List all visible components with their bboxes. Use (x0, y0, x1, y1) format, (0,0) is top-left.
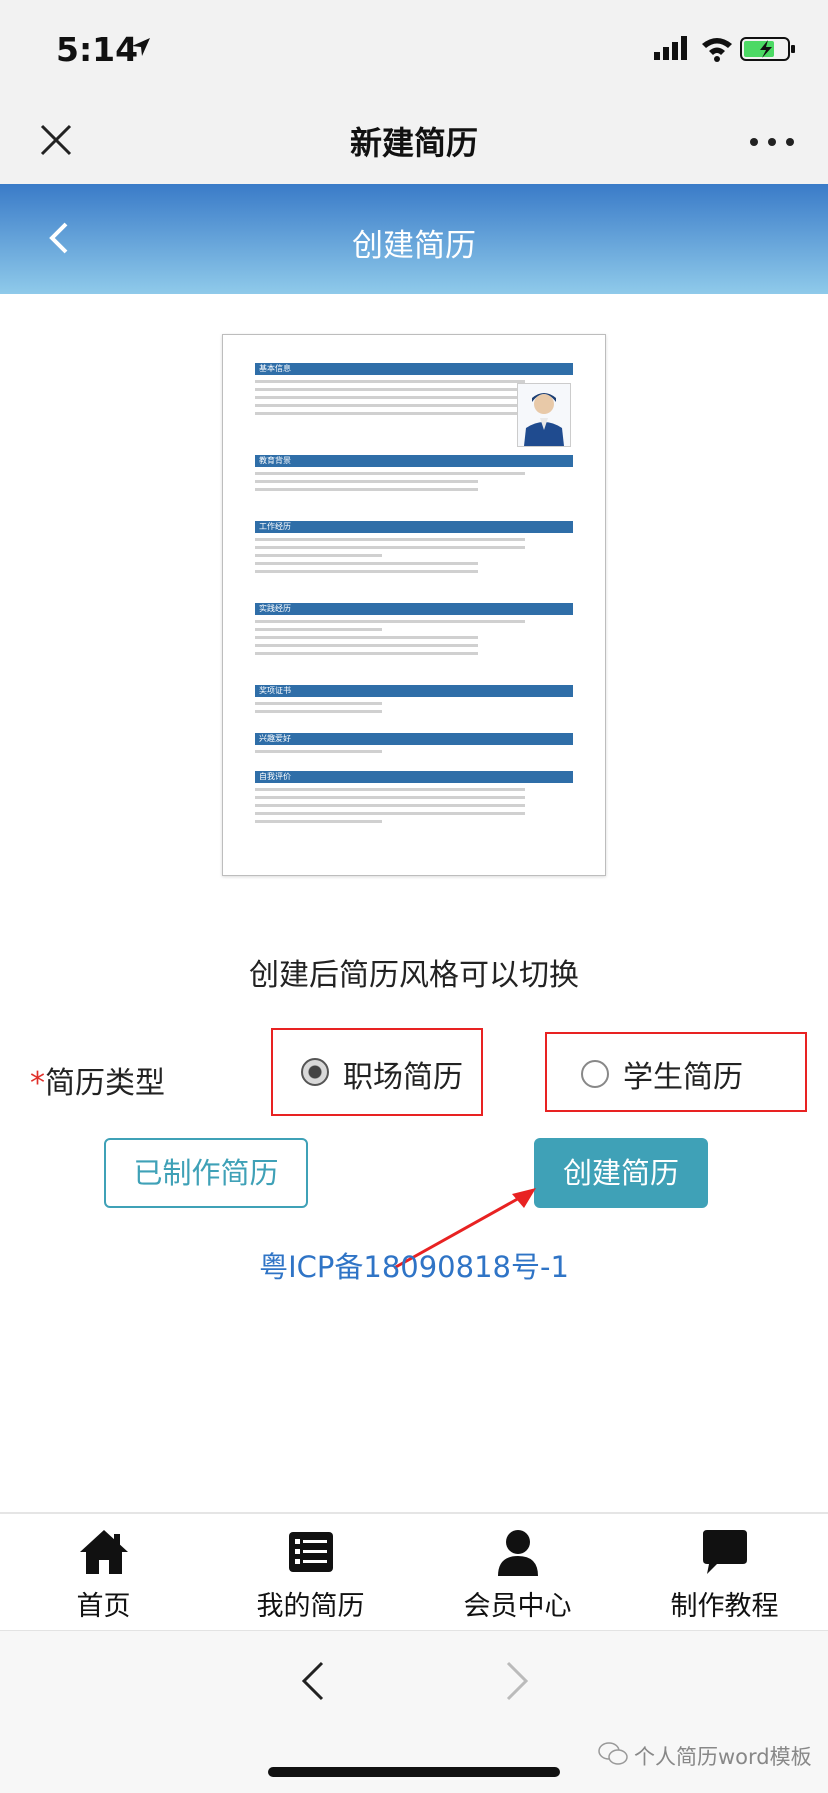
cellular-signal-icon (654, 36, 687, 60)
resume-section: 工作经历 (255, 521, 573, 573)
radio-label-work: 职场简历 (343, 1060, 463, 1095)
resume-section-title: 教育背景 (259, 456, 291, 465)
wechat-title: 新建简历 (349, 124, 478, 162)
wechat-logo-icon (598, 1742, 628, 1765)
resume-section: 教育背景 (255, 455, 573, 491)
avatar-photo (517, 383, 571, 447)
bottom-tab-bar: 首页 我的简历 会员中心 制作教程 (0, 1512, 828, 1632)
status-bar: 5:14 (0, 0, 828, 96)
resume-type-label: *简历类型 (30, 1058, 165, 1102)
radio-button-checked[interactable] (301, 1058, 329, 1086)
user-icon (498, 1530, 538, 1576)
nav-back-icon[interactable] (300, 1659, 326, 1703)
made-resumes-button[interactable]: 已制作简历 (104, 1138, 308, 1208)
resume-section-title: 自我评价 (259, 772, 291, 781)
location-arrow-icon (132, 38, 150, 56)
radio-option-work-resume[interactable]: 职场简历 (271, 1028, 483, 1116)
resume-section-title: 基本信息 (259, 364, 291, 373)
tab-label: 会员中心 (463, 1591, 572, 1622)
required-mark: * (30, 1066, 45, 1101)
person-silhouette-icon (524, 393, 564, 446)
nav-forward-icon[interactable] (504, 1659, 530, 1703)
resume-section-title: 工作经历 (259, 522, 291, 531)
list-icon (289, 1532, 333, 1572)
tab-label: 我的简历 (256, 1591, 365, 1622)
resume-section: 实践经历 (255, 603, 573, 655)
tab-home[interactable]: 首页 (0, 1514, 207, 1632)
watermark-text: 个人简历word模板 (634, 1745, 812, 1769)
chat-icon (703, 1530, 747, 1574)
create-resume-button[interactable]: 创建简历 (534, 1138, 708, 1208)
tab-tutorial[interactable]: 制作教程 (621, 1514, 828, 1632)
browser-nav-bar: 个人简历word模板 (0, 1630, 828, 1793)
resume-section: 兴趣爱好 (255, 733, 573, 753)
tab-label: 首页 (76, 1591, 131, 1622)
radio-button-unchecked[interactable] (581, 1060, 609, 1088)
resume-section-title: 奖项证书 (259, 686, 291, 695)
resume-section: 自我评价 (255, 771, 573, 823)
tab-my-resume[interactable]: 我的简历 (207, 1514, 414, 1632)
battery-charging-icon (740, 37, 795, 61)
more-options-icon[interactable] (748, 136, 796, 148)
icp-license-link[interactable]: 粤ICP备18090818号-1 (0, 1244, 828, 1286)
wechat-header: 新建简历 (0, 96, 828, 185)
style-switch-hint: 创建后简历风格可以切换 (249, 958, 579, 993)
resume-type-label-text: 简历类型 (45, 1066, 165, 1101)
resume-preview-thumbnail[interactable]: 基本信息 教育背景 工作经历 实践经历 奖项证书 兴趣爱好 自我评价 (222, 334, 606, 876)
page-header: 创建简历 (0, 184, 828, 294)
radio-option-student-resume[interactable]: 学生简历 (545, 1032, 807, 1112)
radio-label-student: 学生简历 (623, 1060, 743, 1095)
resume-section-title: 兴趣爱好 (259, 734, 291, 743)
resume-section: 奖项证书 (255, 685, 573, 713)
page-title: 创建简历 (352, 228, 476, 264)
tab-label: 制作教程 (670, 1591, 779, 1622)
status-time: 5:14 (56, 30, 139, 69)
home-indicator[interactable] (268, 1767, 560, 1777)
wifi-icon (702, 38, 732, 62)
home-icon (80, 1530, 128, 1574)
tab-member-center[interactable]: 会员中心 (414, 1514, 621, 1632)
resume-section-title: 实践经历 (259, 604, 291, 613)
